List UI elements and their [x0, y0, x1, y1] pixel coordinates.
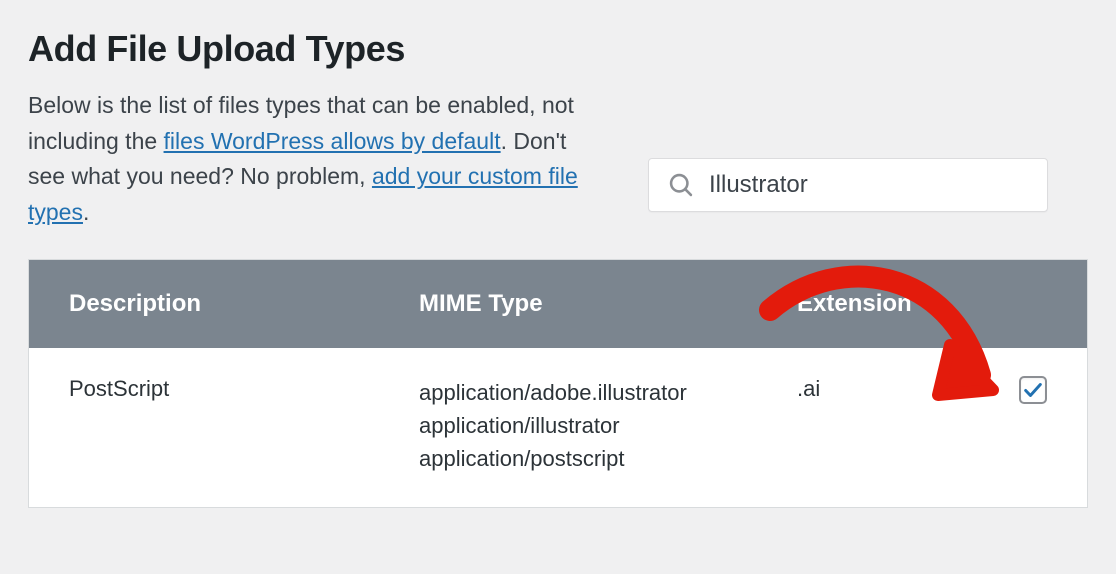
search-box[interactable]: [648, 158, 1048, 212]
header-extension: Extension: [797, 290, 977, 318]
header-check: [977, 290, 1047, 318]
link-default-files[interactable]: files WordPress allows by default: [164, 128, 501, 154]
header-row: Below is the list of files types that ca…: [28, 88, 1088, 231]
table-row: PostScript application/adobe.illustrator…: [29, 348, 1087, 507]
checkmark-icon: [1022, 379, 1044, 401]
page-title: Add File Upload Types: [28, 28, 1088, 70]
cell-extension: .ai: [797, 376, 977, 402]
enable-checkbox[interactable]: [1019, 376, 1047, 404]
header-mime: MIME Type: [419, 290, 797, 318]
cell-mime: application/adobe.illustrator applicatio…: [419, 376, 797, 475]
header-description: Description: [69, 290, 419, 318]
cell-check: [977, 376, 1047, 404]
description-text: Below is the list of files types that ca…: [28, 88, 608, 231]
desc-suffix: .: [83, 199, 89, 225]
file-types-table: Description MIME Type Extension PostScri…: [28, 259, 1088, 508]
table-header: Description MIME Type Extension: [29, 260, 1087, 348]
search-icon: [667, 171, 695, 199]
search-input[interactable]: [709, 171, 1029, 199]
cell-description: PostScript: [69, 376, 419, 402]
